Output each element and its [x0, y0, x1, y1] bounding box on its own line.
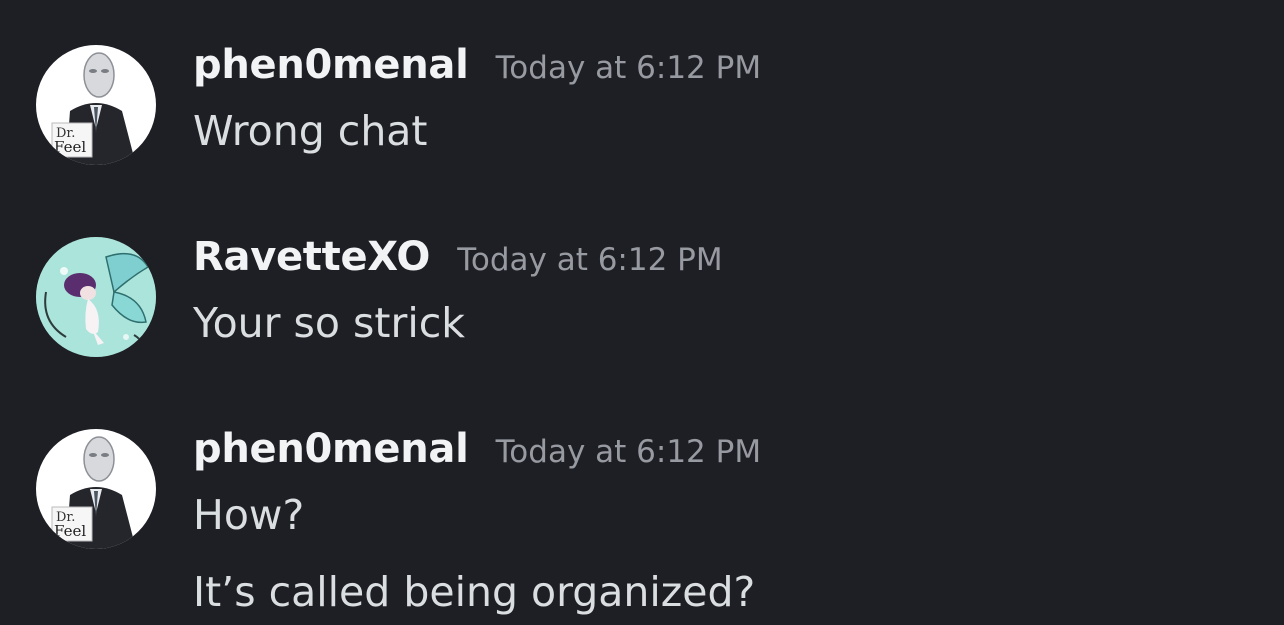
message-text: How? [193, 491, 305, 539]
svg-text:Feel: Feel [54, 138, 86, 156]
timestamp: Today at 6:12 PM [457, 242, 723, 278]
message-group[interactable]: Dr. Feel phen0menal Today at 6:12 PM Wro… [0, 0, 1284, 200]
user-avatar[interactable]: Dr. Feel [36, 45, 156, 165]
user-avatar[interactable]: Dr. Feel [36, 429, 156, 549]
username[interactable]: RavetteXO [193, 234, 430, 280]
svg-text:Feel: Feel [54, 522, 86, 540]
message-group[interactable]: RavetteXO Today at 6:12 PM Your so stric… [0, 200, 1284, 390]
message-text: It’s called being organized? [193, 568, 756, 616]
message-header: phen0menal Today at 6:12 PM [193, 42, 761, 88]
chat-message-list: Dr. Feel phen0menal Today at 6:12 PM Wro… [0, 0, 1284, 625]
dr-feel-avatar-icon: Dr. Feel [36, 45, 156, 165]
dr-feel-avatar-icon: Dr. Feel [36, 429, 156, 549]
message-header: phen0menal Today at 6:12 PM [193, 426, 761, 472]
message-group[interactable]: Dr. Feel phen0menal Today at 6:12 PM How… [0, 390, 1284, 625]
message-header: RavetteXO Today at 6:12 PM [193, 234, 723, 280]
message-text: Your so strick [193, 299, 466, 347]
username[interactable]: phen0menal [193, 426, 469, 472]
username[interactable]: phen0menal [193, 42, 469, 88]
timestamp: Today at 6:12 PM [495, 434, 762, 470]
fairy-avatar-icon [36, 237, 156, 357]
user-avatar[interactable] [36, 237, 156, 357]
message-text: Wrong chat [193, 107, 428, 155]
timestamp: Today at 6:12 PM [495, 50, 762, 86]
